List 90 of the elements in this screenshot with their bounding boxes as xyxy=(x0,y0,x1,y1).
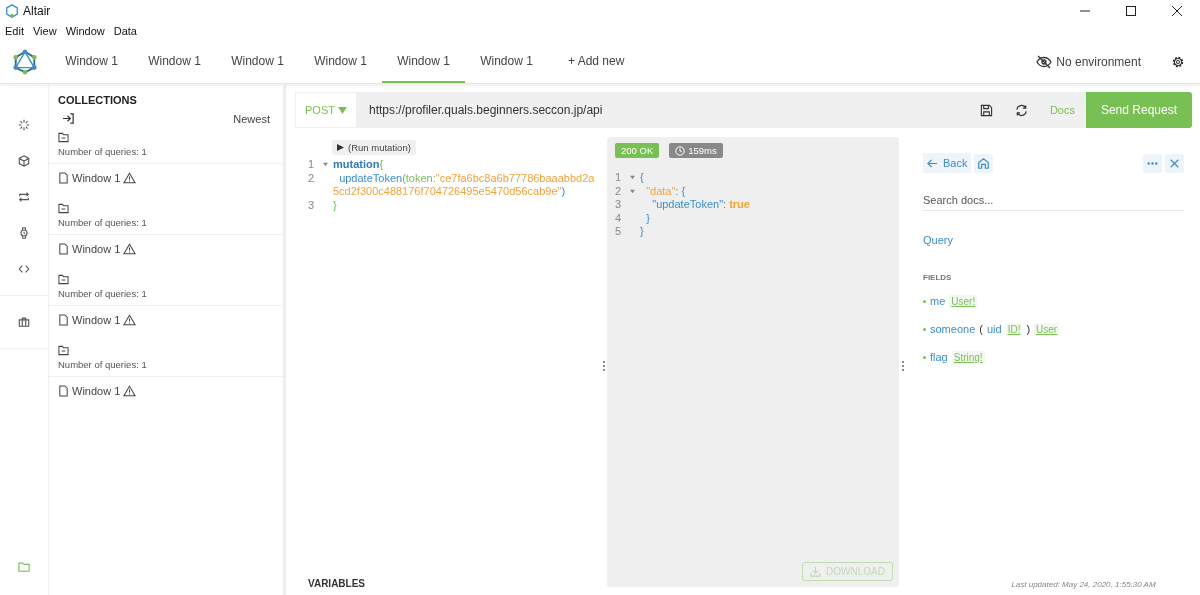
panel-title: COLLECTIONS xyxy=(57,93,138,106)
menu-item[interactable]: View xyxy=(32,25,57,37)
play-icon xyxy=(337,144,344,151)
bullet-icon xyxy=(923,327,926,331)
type-link[interactable]: Query xyxy=(923,234,1184,246)
loading-icon[interactable] xyxy=(18,119,30,131)
code-line: } xyxy=(640,225,645,239)
line-number: 3 xyxy=(308,198,316,212)
save-icon[interactable] xyxy=(979,103,993,117)
parenthesis: ) xyxy=(1026,323,1031,335)
add-tab-button[interactable]: + Add new xyxy=(548,40,645,83)
collection-count: Number of queries: 1 xyxy=(58,217,148,228)
url-field[interactable]: https://profiler.quals.beginners.seccon.jp/api xyxy=(356,103,969,117)
folder-icon[interactable] xyxy=(58,345,69,356)
field-name[interactable]: flag xyxy=(930,351,948,363)
file-icon xyxy=(58,172,69,184)
sort-selector[interactable]: Newest xyxy=(233,112,270,125)
collection-query[interactable]: Window 1 xyxy=(49,305,283,338)
briefcase-icon[interactable] xyxy=(18,316,30,328)
code-icon[interactable] xyxy=(18,263,30,275)
line-number: 1 xyxy=(615,171,623,185)
field-name[interactable]: someone xyxy=(930,323,976,335)
code-line: } xyxy=(333,198,338,212)
tab[interactable]: Window 1 xyxy=(299,40,382,83)
graph-logo-icon xyxy=(12,48,38,75)
bullet-icon xyxy=(923,355,926,359)
tab[interactable]: Window 1 xyxy=(50,40,133,83)
parenthesis: ( xyxy=(979,323,983,335)
watch-icon[interactable] xyxy=(18,227,30,239)
line-number: 4 xyxy=(615,211,623,225)
bullet-icon xyxy=(923,299,926,303)
field-name[interactable]: me xyxy=(930,295,946,307)
file-icon xyxy=(58,385,69,397)
eye-slash-icon xyxy=(1036,53,1053,70)
swap-arrows-icon[interactable] xyxy=(18,191,30,203)
refresh-icon[interactable] xyxy=(1014,103,1028,117)
maximize-icon[interactable] xyxy=(1126,6,1136,16)
environment-selector[interactable]: No environment xyxy=(1036,40,1141,83)
file-icon xyxy=(58,243,69,255)
line-number: 3 xyxy=(615,198,623,212)
folder-icon[interactable] xyxy=(58,203,69,214)
last-updated-text: Last updated: May 24, 2020, 1:55:30 AM xyxy=(1010,580,1157,589)
fold-icon[interactable] xyxy=(630,175,635,180)
code-line: { xyxy=(640,171,645,185)
menu-item[interactable]: Data xyxy=(113,25,137,37)
collection-query[interactable]: Window 1 xyxy=(49,376,283,409)
collection-query[interactable]: Window 1 xyxy=(49,163,283,196)
status-badge: 200 OK xyxy=(615,143,660,158)
arrow-left-icon xyxy=(927,157,938,169)
line-number: 2 xyxy=(615,184,623,198)
code-line: updateToken(token:"ce7fa6bc8a6b77786baaabbd2a5cd2f300c488176f704726495e5470d56cab9e") xyxy=(333,171,596,199)
code-line: mutation{ xyxy=(333,158,385,172)
run-mutation-button[interactable]: (Run mutation) xyxy=(332,140,416,155)
collection-query[interactable]: Window 1 xyxy=(49,234,283,267)
code-line: "updateToken": true xyxy=(651,198,751,212)
collection-count: Number of queries: 1 xyxy=(58,146,148,157)
window-title: Altair xyxy=(23,4,51,18)
import-icon[interactable] xyxy=(62,112,75,125)
tab[interactable]: Window 1 xyxy=(465,40,548,83)
folder-icon[interactable] xyxy=(58,132,69,143)
tab[interactable]: Window 1 xyxy=(382,40,465,83)
fold-icon[interactable] xyxy=(323,162,328,167)
code-line: } xyxy=(645,211,651,225)
cube-icon[interactable] xyxy=(18,155,30,167)
resize-handle-icon[interactable] xyxy=(601,360,606,372)
tab[interactable]: Window 1 xyxy=(133,40,216,83)
variables-heading[interactable]: VARIABLES xyxy=(308,578,600,595)
settings-icon[interactable] xyxy=(1171,54,1185,69)
home-icon[interactable] xyxy=(974,153,994,173)
fold-icon[interactable] xyxy=(630,188,635,194)
code-line: "data": { xyxy=(645,184,687,198)
line-number: 5 xyxy=(615,225,623,239)
line-number: 1 xyxy=(308,158,316,172)
time-badge: 159ms xyxy=(669,143,723,158)
caret-icon xyxy=(337,106,347,114)
section-heading: FIELDS xyxy=(923,273,953,282)
download-icon xyxy=(810,566,822,577)
folder-icon[interactable] xyxy=(58,274,69,285)
clock-icon xyxy=(675,145,686,156)
app-logo-icon xyxy=(5,4,19,18)
tab[interactable]: Window 1 xyxy=(216,40,299,83)
collection-count: Number of queries: 1 xyxy=(58,359,148,370)
resize-handle-icon[interactable] xyxy=(900,360,905,372)
argument-name: uid xyxy=(986,323,1002,335)
collection-count: Number of queries: 1 xyxy=(58,288,148,299)
menu-item[interactable]: Window xyxy=(65,25,105,37)
close-icon[interactable] xyxy=(1172,6,1182,16)
file-icon xyxy=(58,314,69,326)
menu-item[interactable]: Edit xyxy=(5,25,24,37)
line-number: 2 xyxy=(308,171,316,185)
